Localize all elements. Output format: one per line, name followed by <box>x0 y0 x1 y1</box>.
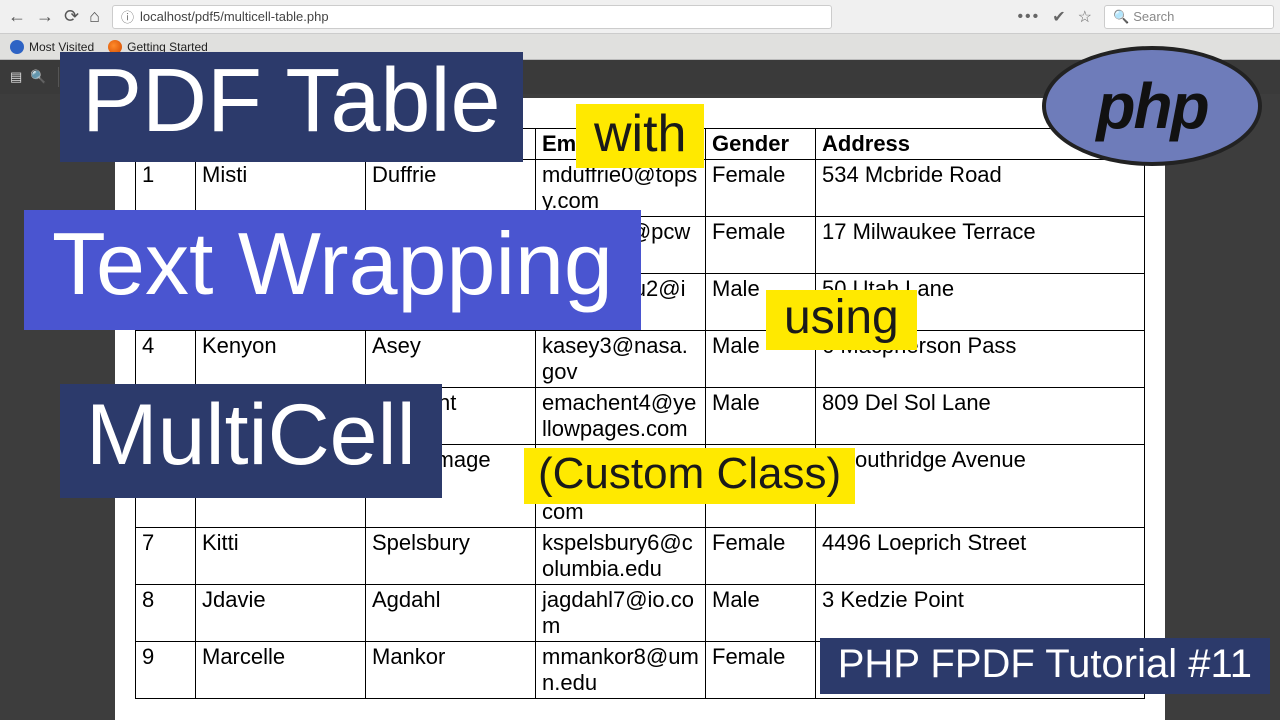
cell-last: Mankor <box>366 642 536 699</box>
reload-icon[interactable]: ⟳ <box>64 6 79 27</box>
cell-address: 3 Kedzie Point <box>816 585 1145 642</box>
overlay-with: with <box>576 104 704 168</box>
info-icon[interactable]: ⓘ <box>121 7 134 26</box>
bookmark-star-icon[interactable]: ☆ <box>1078 7 1092 27</box>
home-icon[interactable]: ⌂ <box>89 6 100 27</box>
url-text: localhost/pdf5/multicell-table.php <box>140 9 329 24</box>
cell-first: Marcelle <box>196 642 366 699</box>
cell-first: Jdavie <box>196 585 366 642</box>
search-placeholder: Search <box>1133 9 1174 24</box>
cell-id: 8 <box>136 585 196 642</box>
cell-email: kasey3@nasa.gov <box>536 331 706 388</box>
cell-last: Duffrie <box>366 160 536 217</box>
cell-id: 7 <box>136 528 196 585</box>
cell-email: mmankor8@umn.edu <box>536 642 706 699</box>
cell-first: Kitti <box>196 528 366 585</box>
table-row: 4KenyonAseykasey3@nasa.govMale6 Macphers… <box>136 331 1145 388</box>
browser-toolbar: ← → ⟳ ⌂ ⓘ localhost/pdf5/multicell-table… <box>0 0 1280 34</box>
nav-buttons: ← → ⟳ ⌂ <box>6 6 100 27</box>
overlay-title-1: PDF Table <box>60 52 523 162</box>
cell-gender: Female <box>706 642 816 699</box>
php-logo-text: php <box>1096 69 1207 143</box>
search-box[interactable]: 🔍 Search <box>1104 5 1274 29</box>
cell-gender: Male <box>706 585 816 642</box>
php-logo: php <box>1042 46 1262 166</box>
cell-last: Agdahl <box>366 585 536 642</box>
cell-gender: Male <box>706 388 816 445</box>
back-icon[interactable]: ← <box>8 6 26 27</box>
cell-id: 1 <box>136 160 196 217</box>
overlay-title-2: Text Wrapping <box>24 210 641 330</box>
cell-address: 809 Del Sol Lane <box>816 388 1145 445</box>
overlay-credit: PHP FPDF Tutorial #11 <box>820 638 1270 694</box>
table-row: 1MistiDuffriemduffrie0@topsy.comFemale53… <box>136 160 1145 217</box>
cell-address: 534 Mcbride Road <box>816 160 1145 217</box>
cell-first: Kenyon <box>196 331 366 388</box>
cell-last: Spelsbury <box>366 528 536 585</box>
more-icon[interactable]: ••• <box>1017 8 1040 26</box>
cell-gender: Female <box>706 217 816 274</box>
sidebar-toggle-icon[interactable]: ▤ <box>10 69 22 85</box>
cell-address: 17 Milwaukee Terrace <box>816 217 1145 274</box>
overlay-title-3: MultiCell <box>60 384 442 498</box>
overlay-custom: (Custom Class) <box>524 448 855 504</box>
favicon-icon <box>10 40 24 54</box>
cell-gender: Female <box>706 528 816 585</box>
cell-gender: Female <box>706 160 816 217</box>
cell-email: emachent4@yellowpages.com <box>536 388 706 445</box>
search-icon: 🔍 <box>1113 9 1129 25</box>
forward-icon[interactable]: → <box>36 6 54 27</box>
find-icon[interactable]: 🔍 <box>30 69 46 85</box>
table-row: 7KittiSpelsburykspelsbury6@columbia.eduF… <box>136 528 1145 585</box>
header-gender: Gender <box>706 129 816 160</box>
cell-last: Asey <box>366 331 536 388</box>
table-row: 8JdavieAgdahljagdahl7@io.comMale3 Kedzie… <box>136 585 1145 642</box>
overlay-using: using <box>766 290 917 350</box>
cell-first: Misti <box>196 160 366 217</box>
cell-address: 4496 Loeprich Street <box>816 528 1145 585</box>
toolbar-right: ••• ✔ ☆ 🔍 Search <box>1017 5 1274 29</box>
cell-id: 9 <box>136 642 196 699</box>
cell-email: jagdahl7@io.com <box>536 585 706 642</box>
cell-address: 2 Southridge Avenue <box>816 445 1145 528</box>
cell-email: mduffrie0@topsy.com <box>536 160 706 217</box>
reader-icon[interactable]: ✔ <box>1052 7 1065 27</box>
address-bar[interactable]: ⓘ localhost/pdf5/multicell-table.php <box>112 5 832 29</box>
cell-email: kspelsbury6@columbia.edu <box>536 528 706 585</box>
cell-id: 4 <box>136 331 196 388</box>
